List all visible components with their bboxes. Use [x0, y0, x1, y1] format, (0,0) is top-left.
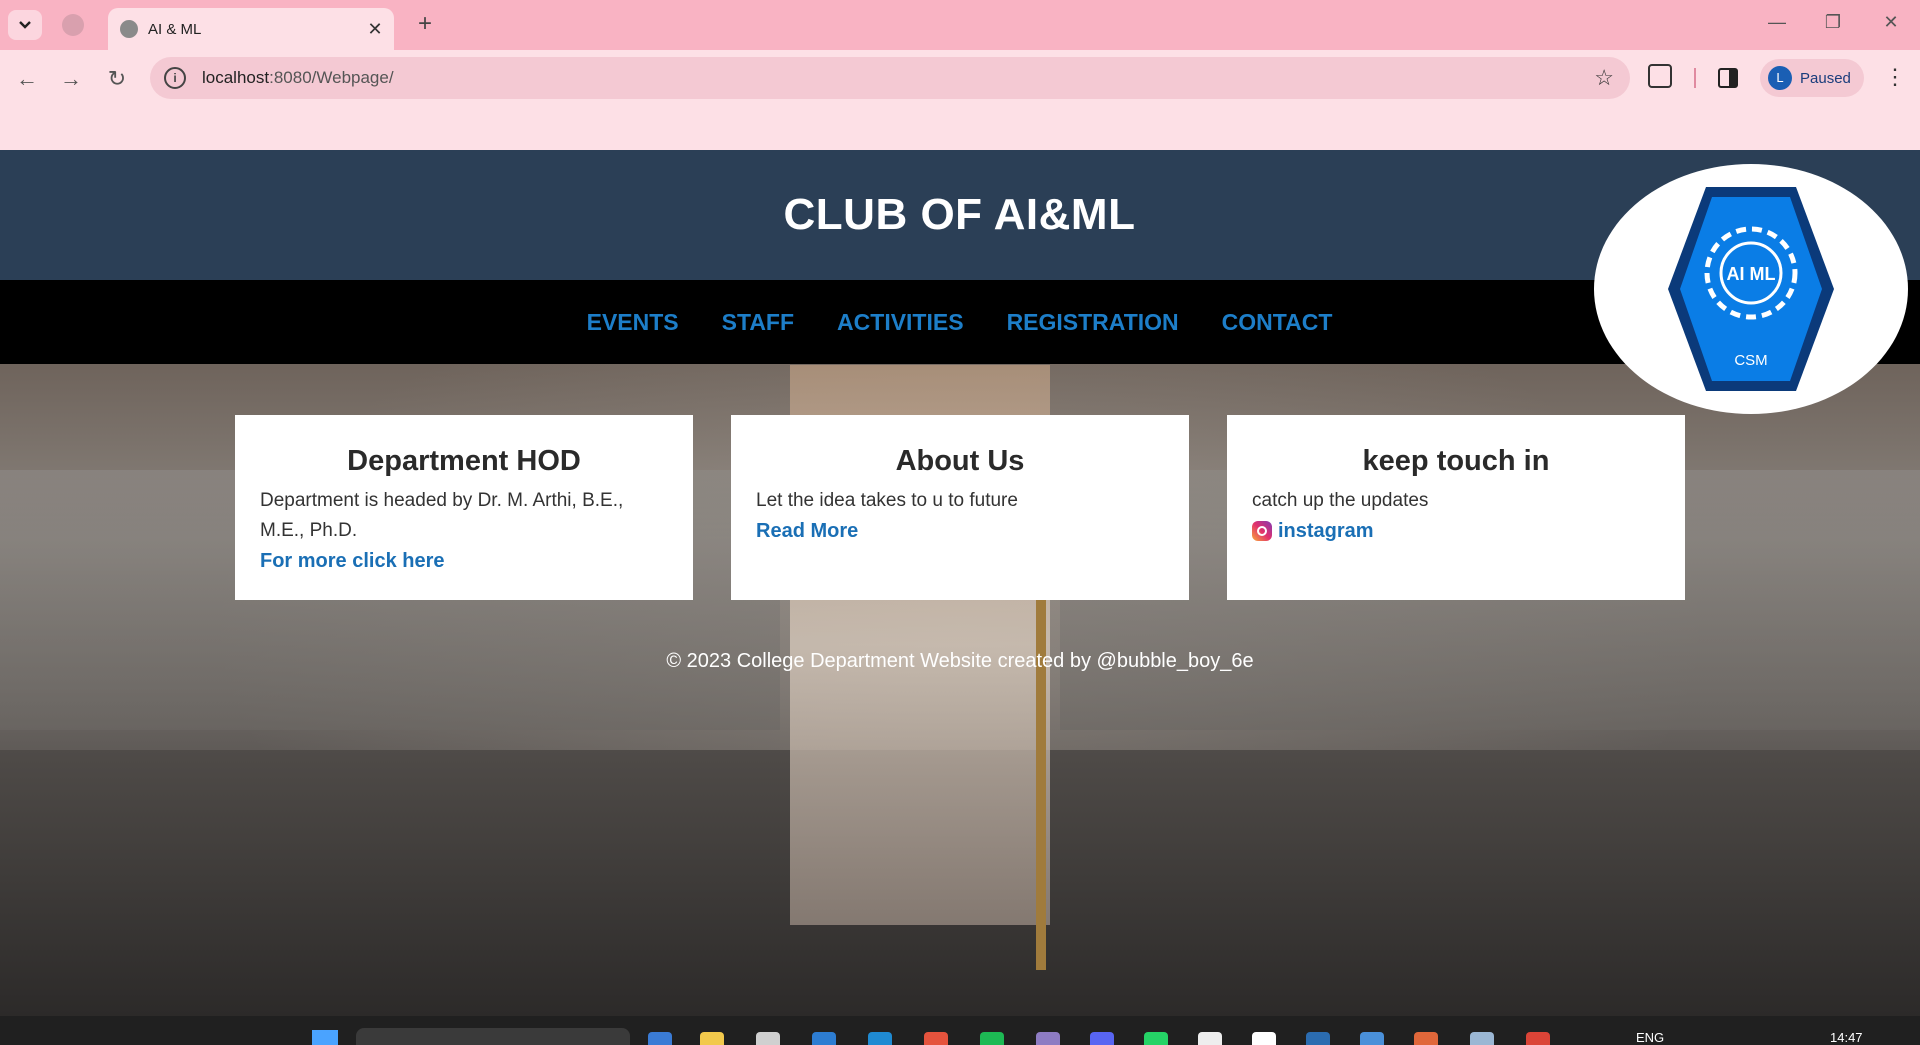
forward-arrow-icon[interactable]: → [56, 64, 86, 94]
nav-staff[interactable]: STAFF [722, 309, 794, 336]
profile-button[interactable]: L Paused [1760, 59, 1864, 97]
nav-contact[interactable]: CONTACT [1222, 309, 1333, 336]
profile-status: Paused [1800, 69, 1851, 87]
card-about: About Us Let the idea takes to u to futu… [731, 415, 1189, 600]
instagram-icon[interactable] [1252, 521, 1272, 541]
os-taskbar: ENG 14:47 [0, 1016, 1920, 1045]
site-info-icon[interactable]: i [164, 67, 186, 89]
close-window-icon[interactable]: ✕ [1876, 12, 1906, 33]
card-contact: keep touch in catch up the updates insta… [1227, 415, 1685, 600]
card-about-title: About Us [895, 445, 1025, 477]
card-hod-text: Department is headed by Dr. M. Arthi, B.… [260, 490, 624, 541]
language-indicator[interactable]: ENG [1636, 1030, 1664, 1045]
card-about-text: Let the idea takes to u to future [756, 490, 1018, 511]
instagram-link[interactable]: instagram [1278, 516, 1374, 546]
discord-icon[interactable] [1090, 1032, 1114, 1045]
reload-icon[interactable]: ↻ [102, 64, 132, 94]
nav-activities[interactable]: ACTIVITIES [837, 309, 964, 336]
card-hod-link[interactable]: For more click here [260, 550, 445, 572]
minimize-icon[interactable]: — [1762, 12, 1792, 33]
windows-start-icon[interactable] [312, 1030, 338, 1045]
avatar: L [1768, 66, 1792, 90]
chevron-down-icon [19, 21, 31, 29]
new-tab-button[interactable]: + [410, 10, 440, 40]
app-shield-icon[interactable] [1470, 1032, 1494, 1045]
more-menu-icon[interactable]: ⋮ [1884, 64, 1906, 90]
browser-toolbar: ← → ↻ i localhost:8080/Webpage/ ☆ [0, 50, 1920, 108]
side-panel-icon[interactable] [1718, 68, 1738, 88]
address-bar[interactable]: i localhost:8080/Webpage/ ☆ [150, 57, 1630, 99]
inactive-tab-icon[interactable] [62, 14, 84, 36]
url-host: localhost [202, 68, 270, 87]
chrome-icon[interactable] [1252, 1032, 1276, 1045]
logo-subtext: CSM [1734, 352, 1767, 369]
aiml-logo-icon: AI ML CSM [1668, 187, 1834, 391]
footer-text: © 2023 College Department Website create… [666, 650, 1254, 672]
close-icon[interactable]: ✕ [362, 19, 388, 40]
card-about-link[interactable]: Read More [756, 520, 858, 542]
app-red-icon[interactable] [924, 1032, 948, 1045]
file-explorer-icon[interactable] [700, 1032, 724, 1045]
bookmarks-bar [0, 108, 1920, 150]
restore-icon[interactable]: ❐ [1818, 12, 1848, 33]
logo-text: AI ML [1727, 264, 1776, 284]
club-logo: AI ML CSM [1594, 164, 1908, 414]
app-white-icon[interactable] [1198, 1032, 1222, 1045]
extensions-icon[interactable] [1648, 64, 1672, 88]
notepad-icon[interactable] [756, 1032, 780, 1045]
app-red2-icon[interactable] [1526, 1032, 1550, 1045]
url-text[interactable]: localhost:8080/Webpage/ [202, 68, 1594, 88]
whatsapp-icon[interactable] [1144, 1032, 1168, 1045]
clock[interactable]: 14:47 [1830, 1030, 1863, 1045]
calendar-icon[interactable] [1360, 1032, 1384, 1045]
vscode-icon[interactable] [868, 1032, 892, 1045]
globe-icon [120, 20, 138, 38]
taskbar-search[interactable] [356, 1028, 630, 1045]
app-purple-icon[interactable] [1036, 1032, 1060, 1045]
app-orange-icon[interactable] [1414, 1032, 1438, 1045]
background-lamp [1036, 570, 1046, 970]
card-contact-text: catch up the updates [1252, 490, 1429, 511]
store-icon[interactable] [812, 1032, 836, 1045]
url-path: :8080/Webpage/ [269, 68, 394, 87]
card-contact-title: keep touch in [1362, 445, 1550, 477]
card-hod-title: Department HOD [347, 445, 581, 477]
toolbar-divider [1694, 68, 1696, 88]
back-arrow-icon[interactable]: ← [12, 64, 42, 94]
instagram-link-row[interactable]: instagram [1252, 516, 1660, 546]
nav-events[interactable]: EVENTS [587, 309, 679, 336]
bookmark-star-icon[interactable]: ☆ [1594, 65, 1614, 91]
nav-registration[interactable]: REGISTRATION [1007, 309, 1179, 336]
browser-tab-bar: AI & ML ✕ + — ❐ ✕ [0, 0, 1920, 50]
page-content: CLUB OF AI&ML EVENTS STAFF ACTIVITIES RE… [0, 150, 1920, 1016]
card-hod: Department HOD Department is headed by D… [235, 415, 693, 600]
edge-icon[interactable] [648, 1032, 672, 1045]
tab-title: AI & ML [148, 20, 202, 38]
spotify-icon[interactable] [980, 1032, 1004, 1045]
tab-search-button[interactable] [8, 10, 42, 40]
active-tab[interactable]: AI & ML ✕ [108, 8, 394, 50]
app-blue-icon[interactable] [1306, 1032, 1330, 1045]
